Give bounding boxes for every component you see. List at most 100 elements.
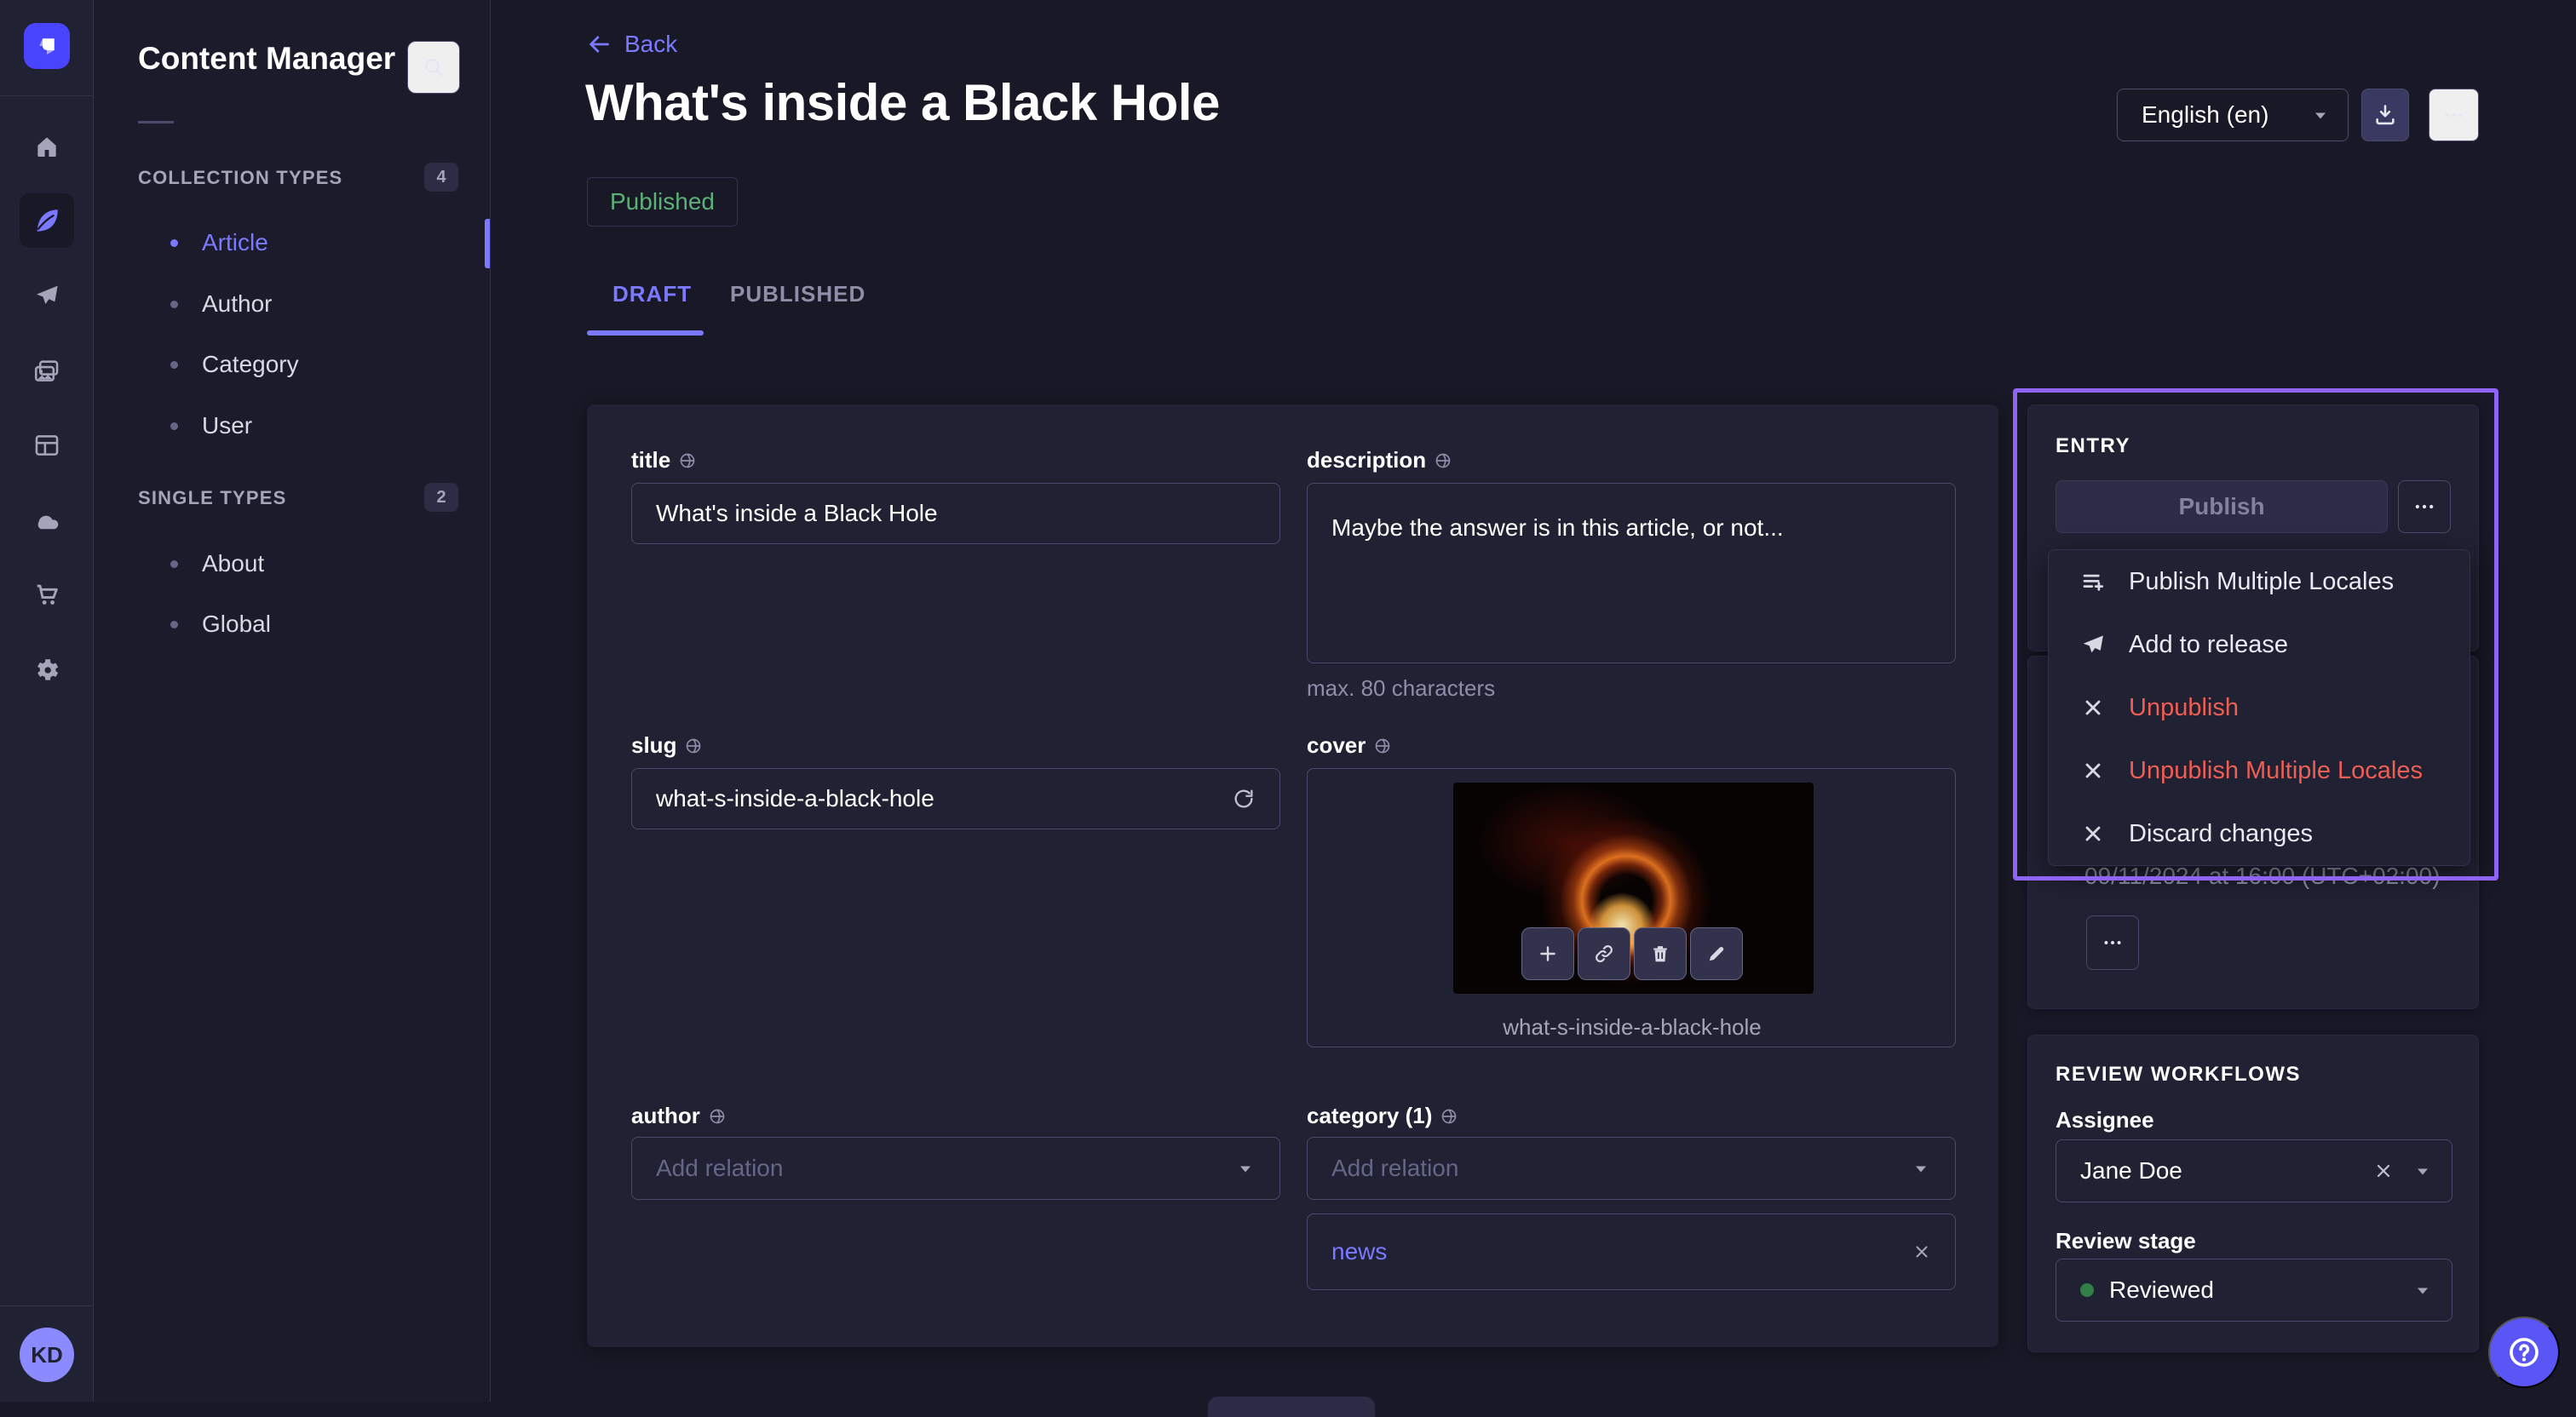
sidebar-item-category[interactable]: Category — [170, 334, 460, 395]
add-to-release-icon — [2079, 632, 2107, 657]
assignee-select[interactable]: Jane Doe — [2056, 1139, 2452, 1202]
author-field-label: author — [631, 1103, 726, 1129]
active-tab-underline — [587, 330, 704, 336]
review-stage-label: Review stage — [2056, 1228, 2196, 1254]
tab-draft[interactable]: DRAFT — [612, 281, 692, 307]
menu-item-discard-changes[interactable]: Discard changes — [2049, 802, 2470, 865]
sidebar-item-global[interactable]: Global — [170, 594, 460, 655]
refresh-icon — [1232, 787, 1256, 811]
publish-button[interactable]: Publish — [2056, 480, 2388, 533]
entry-more-button[interactable] — [2398, 480, 2451, 533]
sidebar-item-user[interactable]: User — [170, 395, 460, 456]
settings-gear-icon[interactable] — [20, 643, 74, 697]
menu-item-unpublish[interactable]: Unpublish — [2049, 676, 2470, 739]
entry-actions-menu: Publish Multiple Locales Add to release … — [2048, 549, 2470, 866]
strapi-logo[interactable] — [24, 23, 70, 69]
sidebar-item-label: Article — [202, 229, 268, 256]
more-horizontal-icon — [2102, 932, 2124, 954]
description-textarea[interactable]: Maybe the answer is in this article, or … — [1307, 483, 1956, 663]
sidebar-item-article[interactable]: Article — [170, 212, 460, 273]
category-field-label: category (1) — [1307, 1103, 1458, 1129]
deploy-cloud-icon[interactable] — [20, 494, 74, 548]
content-manager-icon[interactable] — [20, 193, 74, 248]
locale-value: English (en) — [2142, 101, 2268, 129]
sidebar-item-about[interactable]: About — [170, 533, 460, 594]
caret-down-icon — [2310, 105, 2331, 125]
category-relation-item: news — [1307, 1213, 1956, 1290]
close-icon — [2079, 822, 2107, 846]
section-single-types: SINGLE TYPES — [138, 487, 287, 509]
bullet-icon — [170, 239, 178, 247]
strapi-logo-glyph — [34, 33, 60, 59]
sidebar-item-label: Category — [202, 351, 299, 378]
copy-link-button[interactable] — [1578, 927, 1630, 980]
sidebar-item-label: User — [202, 412, 252, 439]
menu-item-publish-multiple-locales[interactable]: Publish Multiple Locales — [2049, 550, 2470, 613]
media-library-icon[interactable] — [20, 344, 74, 399]
release-more-button[interactable] — [2086, 915, 2139, 970]
sidebar-item-label: Global — [202, 611, 271, 638]
collection-types-count-badge: 4 — [424, 163, 458, 192]
delete-media-button[interactable] — [1634, 927, 1687, 980]
author-relation-select[interactable]: Add relation — [631, 1137, 1280, 1200]
releases-icon[interactable] — [20, 268, 74, 323]
review-workflows-heading: REVIEW WORKFLOWS — [2056, 1063, 2301, 1087]
description-field-label: description — [1307, 447, 1452, 473]
add-media-button[interactable] — [1521, 927, 1574, 980]
edit-media-button[interactable] — [1690, 927, 1743, 980]
header-more-button[interactable] — [2429, 89, 2479, 141]
sidebar-divider — [138, 121, 174, 123]
back-arrow-icon — [587, 32, 611, 56]
caret-down-icon — [2412, 1161, 2433, 1181]
single-types-count-badge: 2 — [424, 483, 458, 512]
bullet-icon — [170, 301, 178, 308]
export-button[interactable] — [2361, 89, 2409, 141]
add-icon — [1537, 943, 1559, 965]
title-input[interactable]: What's inside a Black Hole — [631, 483, 1280, 544]
sidebar-item-author[interactable]: Author — [170, 273, 460, 335]
slug-field-label: slug — [631, 732, 702, 759]
slug-input[interactable]: what-s-inside-a-black-hole — [631, 768, 1280, 829]
relation-link[interactable]: news — [1331, 1238, 1387, 1265]
category-relation-select[interactable]: Add relation — [1307, 1137, 1956, 1200]
cover-media-card: what-s-inside-a-black-hole — [1307, 768, 1956, 1047]
review-stage-select[interactable]: Reviewed — [2056, 1259, 2452, 1322]
globe-icon — [709, 1108, 726, 1125]
edit-icon — [1705, 943, 1728, 965]
link-icon — [1593, 943, 1615, 965]
content-manager-sidebar: Content Manager COLLECTION TYPES 4 Artic… — [94, 0, 491, 1402]
cover-field-label: cover — [1307, 732, 1391, 759]
home-icon[interactable] — [20, 119, 74, 174]
marketplace-cart-icon[interactable] — [20, 567, 74, 622]
cover-actions — [1521, 927, 1743, 980]
search-icon — [422, 55, 446, 79]
delete-icon — [1649, 943, 1671, 965]
title-field-label: title — [631, 447, 696, 473]
bottom-button-peek[interactable] — [1208, 1397, 1375, 1417]
user-avatar[interactable]: KD — [20, 1328, 74, 1382]
back-link[interactable]: Back — [587, 31, 677, 58]
assignee-value: Jane Doe — [2080, 1157, 2182, 1185]
globe-icon — [1435, 452, 1452, 469]
assignee-label: Assignee — [2056, 1107, 2154, 1133]
menu-item-add-to-release[interactable]: Add to release — [2049, 613, 2470, 676]
bullet-icon — [170, 422, 178, 430]
back-label: Back — [624, 31, 677, 58]
search-button[interactable] — [407, 41, 460, 94]
download-icon — [2373, 103, 2397, 127]
menu-item-unpublish-multiple-locales[interactable]: Unpublish Multiple Locales — [2049, 739, 2470, 802]
section-collection-types: COLLECTION TYPES — [138, 167, 342, 189]
tab-published[interactable]: PUBLISHED — [730, 281, 865, 307]
content-type-builder-icon[interactable] — [20, 418, 74, 473]
globe-icon — [1374, 737, 1391, 754]
clear-assignee-icon[interactable] — [2373, 1161, 2394, 1181]
stage-value: Reviewed — [2109, 1276, 2214, 1304]
locale-select[interactable]: English (en) — [2117, 89, 2349, 141]
globe-icon — [1440, 1108, 1458, 1125]
more-horizontal-icon — [2412, 495, 2436, 519]
help-button[interactable] — [2488, 1317, 2560, 1388]
close-icon[interactable] — [1912, 1242, 1931, 1261]
entry-form-card: title What's inside a Black Hole descrip… — [587, 404, 1998, 1347]
publish-multiple-icon — [2079, 569, 2107, 594]
bullet-icon — [170, 361, 178, 369]
